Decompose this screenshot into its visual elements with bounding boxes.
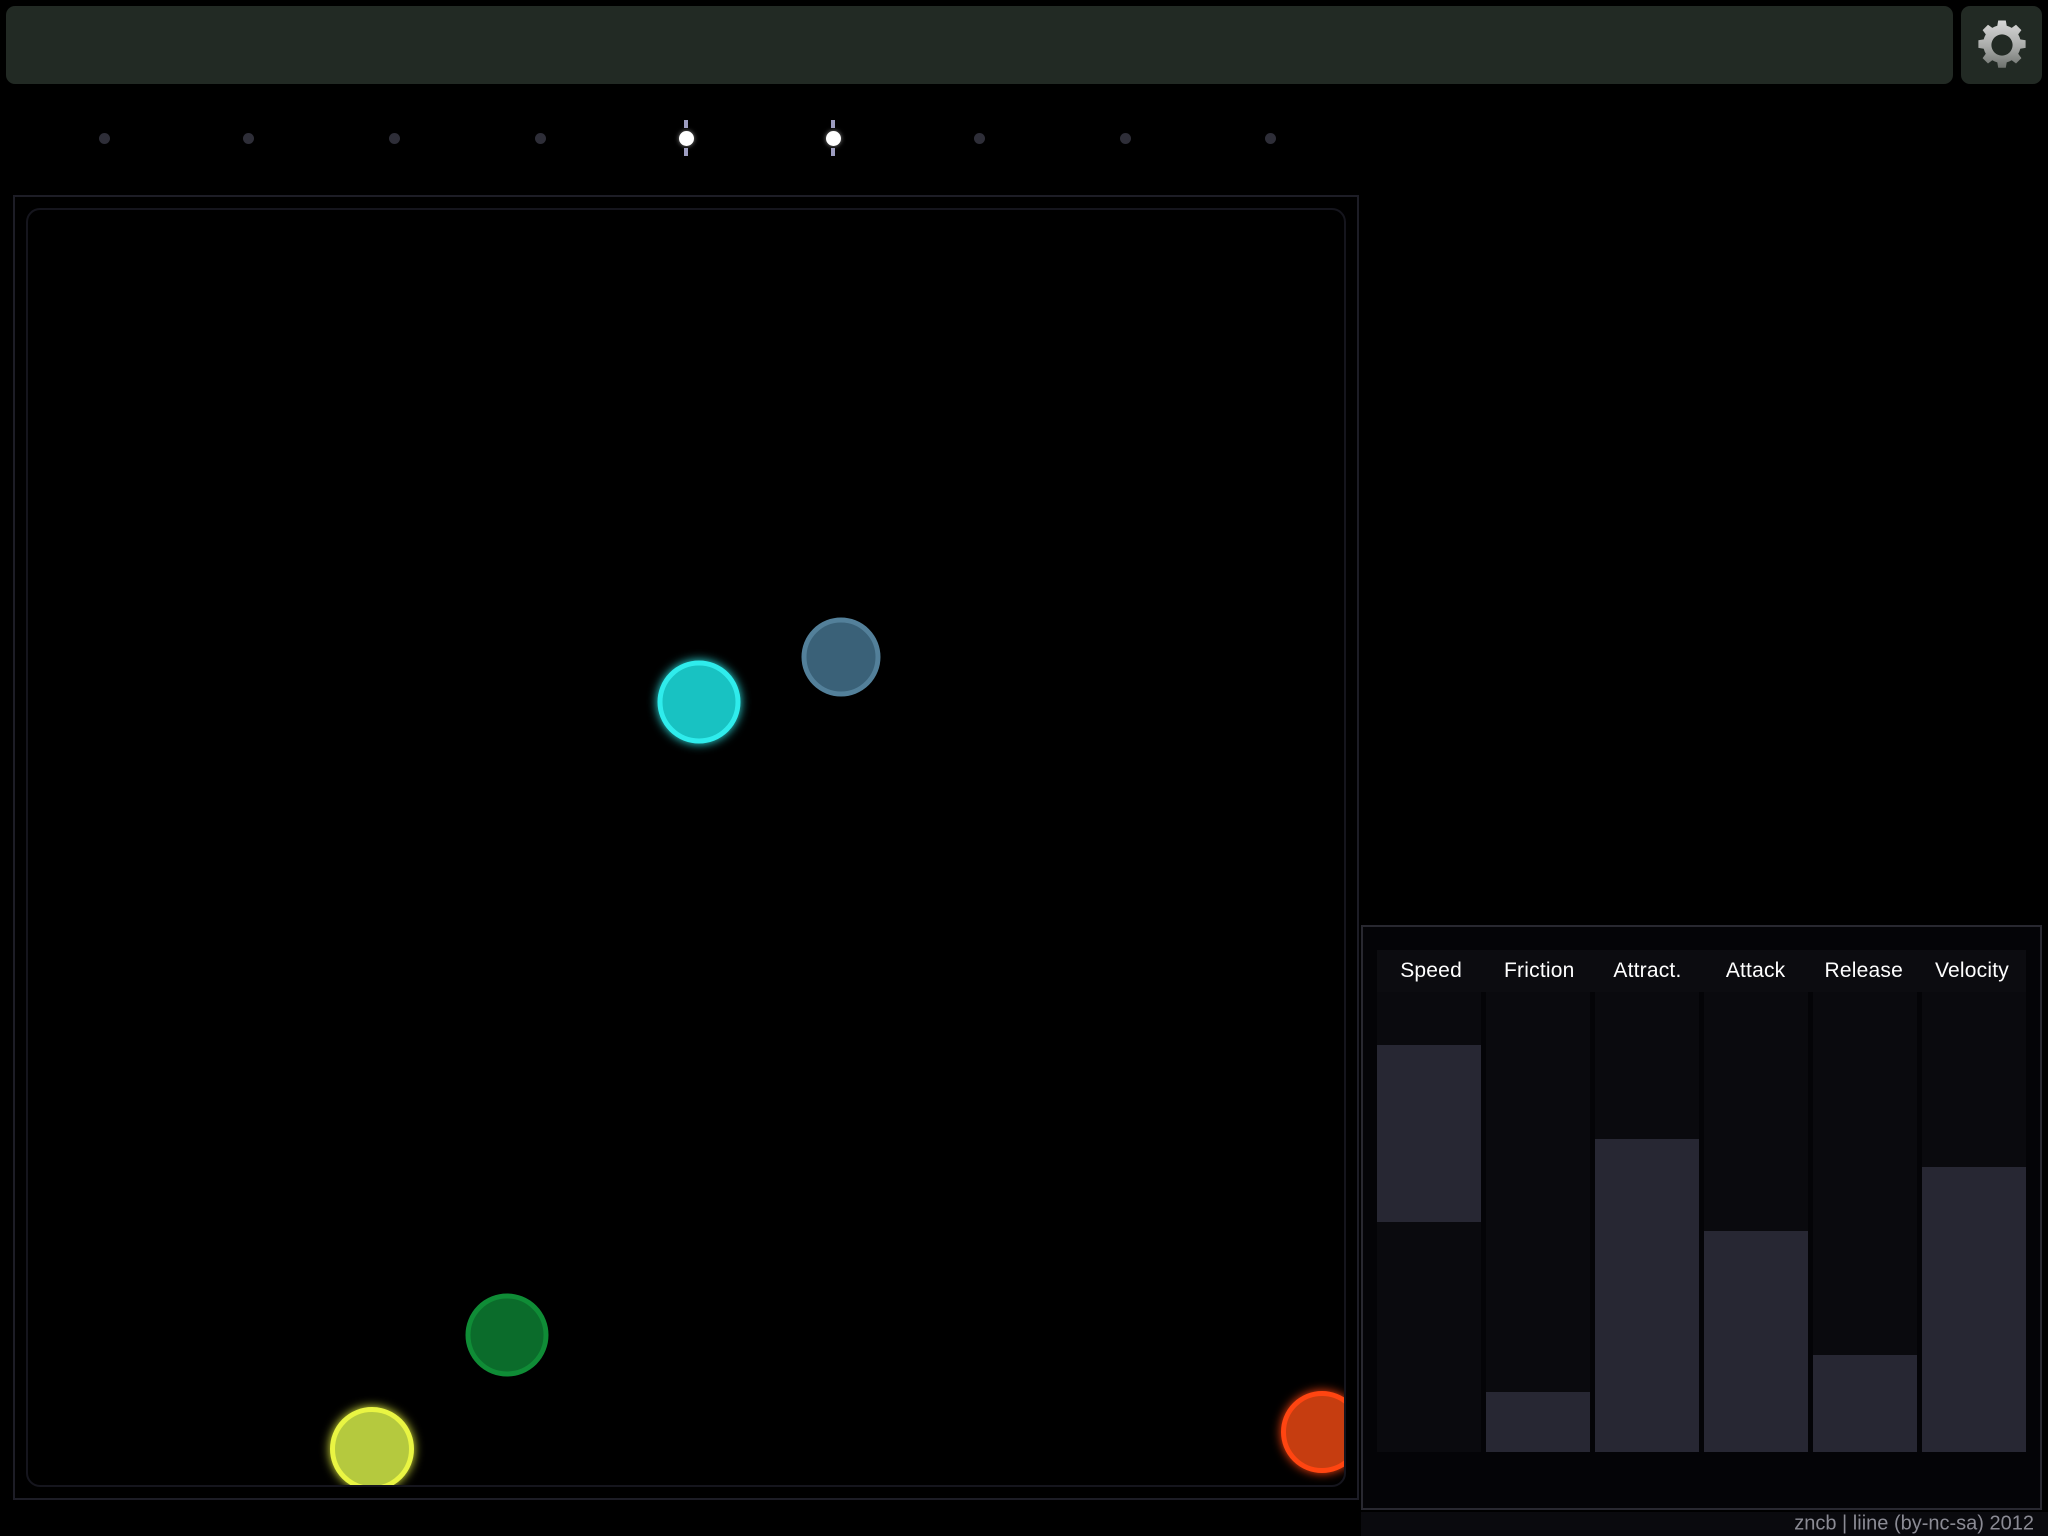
slider-attract[interactable] [1595, 992, 1699, 1452]
step-dot-indicator [1119, 132, 1131, 144]
settings-button[interactable] [1961, 6, 2042, 84]
step-marker-top [831, 120, 835, 128]
step-dot-9[interactable] [1257, 118, 1283, 158]
parameter-label-attack: Attack [1725, 959, 1786, 982]
step-dot-indicator [825, 130, 841, 146]
step-dot-2[interactable] [235, 118, 261, 158]
step-dot-indicator [534, 132, 546, 144]
slider-fill [1595, 1139, 1699, 1452]
step-dot-3[interactable] [381, 118, 407, 158]
step-dot-1[interactable] [91, 118, 117, 158]
ball-yellow[interactable] [330, 1407, 414, 1485]
gear-icon [1976, 19, 2028, 71]
stage-canvas[interactable] [26, 208, 1346, 1487]
step-dot-indicator [388, 132, 400, 144]
stage-frame [13, 195, 1359, 1500]
step-dot-indicator [242, 132, 254, 144]
step-dot-4[interactable] [527, 118, 553, 158]
ball-cyan[interactable] [657, 660, 741, 744]
step-dot-indicator [973, 132, 985, 144]
slider-release[interactable] [1813, 992, 1917, 1452]
app-root: Speed Friction Attract. Attack Release Veloci… [0, 0, 2048, 1536]
ball-orange[interactable] [1281, 1391, 1344, 1473]
step-dot-indicator [1264, 132, 1276, 144]
parameter-panel: Speed Friction Attract. Attack Release Veloci… [1361, 925, 2042, 1510]
ball-green[interactable] [465, 1293, 549, 1377]
step-marker-bottom [684, 148, 688, 156]
parameter-label-attract: Attract. [1613, 959, 1682, 982]
parameter-label-release: Release [1824, 959, 1903, 982]
step-dot-6[interactable] [820, 118, 846, 158]
slider-fill [1377, 1044, 1481, 1222]
slider-fill [1486, 1392, 1590, 1452]
step-dot-indicator [678, 130, 694, 146]
slider-fill [1922, 1166, 2026, 1452]
slider-fill [1704, 1231, 1808, 1452]
slider-friction[interactable] [1486, 992, 1590, 1452]
parameter-label-speed: Speed [1400, 959, 1462, 982]
slider-attack[interactable] [1704, 992, 1808, 1452]
top-toolbar[interactable] [6, 6, 1953, 84]
step-dot-indicator [98, 132, 110, 144]
parameter-label-friction: Friction [1504, 959, 1575, 982]
step-dot-5[interactable] [673, 118, 699, 158]
step-dot-7[interactable] [966, 118, 992, 158]
parameter-label-velocity: Velocity [1934, 959, 2009, 982]
step-sequencer [0, 118, 1300, 158]
step-marker-top [684, 120, 688, 128]
ball-blue[interactable] [801, 617, 881, 697]
copyright-label: zncb | liine (by-nc-sa) 2012 [1794, 1512, 2034, 1535]
parameter-header-row: Speed Friction Attract. Attack Release Veloci… [1377, 950, 2026, 992]
footer-bar: zncb | liine (by-nc-sa) 2012 [1361, 1512, 2048, 1536]
slider-speed[interactable] [1377, 992, 1481, 1452]
slider-velocity[interactable] [1922, 992, 2026, 1452]
slider-fill [1813, 1355, 1917, 1452]
step-dot-8[interactable] [1112, 118, 1138, 158]
parameter-slider-group[interactable] [1377, 992, 2026, 1452]
step-marker-bottom [831, 148, 835, 156]
